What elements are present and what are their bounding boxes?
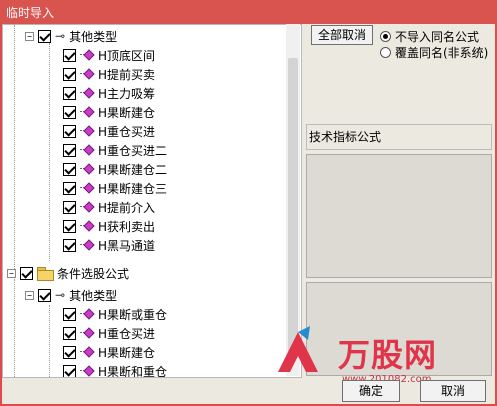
tree-item[interactable]: H果断和重仓 — [63, 362, 168, 378]
formula-icon — [80, 87, 95, 99]
formula-icon — [80, 201, 95, 213]
radio-label: 覆盖同名(非系统) — [395, 46, 489, 60]
formula-icon — [80, 125, 95, 137]
tree-item[interactable]: H重仓买进二 — [63, 141, 167, 159]
tree-item[interactable]: H重仓买进 — [63, 122, 155, 140]
item-checkbox[interactable] — [63, 219, 76, 233]
tree-item[interactable]: H果断建仓二 — [63, 160, 167, 178]
collapse-toggle-icon[interactable]: − — [25, 31, 34, 41]
formula-icon — [80, 68, 95, 80]
collapse-toggle-icon[interactable]: − — [25, 290, 34, 300]
formula-icon — [80, 346, 95, 358]
tree-line — [14, 25, 15, 273]
ok-button[interactable]: 确定 — [342, 380, 400, 402]
scrollbar-thumb[interactable] — [288, 58, 298, 358]
group-checkbox[interactable] — [38, 288, 51, 302]
formula-icon — [80, 182, 95, 194]
title-bar: 临时导入 — [0, 0, 497, 24]
formula-icon — [80, 220, 95, 232]
group-label: 其他类型 — [69, 288, 118, 303]
tree-item[interactable]: H黑马通道 — [63, 236, 155, 254]
item-label: H重仓买进 — [98, 326, 156, 341]
item-checkbox[interactable] — [63, 67, 76, 81]
watermark-arrow-icon — [278, 326, 318, 372]
formula-icon — [80, 49, 95, 61]
item-label: H重仓买进 — [98, 124, 156, 139]
key-icon: ⊸ — [55, 288, 66, 302]
formula-icon — [80, 144, 95, 156]
formula-icon — [80, 239, 95, 251]
tree-line — [49, 43, 50, 261]
item-checkbox[interactable] — [63, 48, 76, 62]
formula-icon — [80, 106, 95, 118]
item-label: H果断建仓 — [98, 105, 156, 120]
window-title: 临时导入 — [6, 6, 55, 20]
item-label: H重仓买进二 — [98, 143, 168, 158]
radio-unselected-icon[interactable] — [380, 47, 391, 58]
item-label: H果断建仓二 — [98, 162, 168, 177]
item-label: H果断或重仓 — [98, 307, 168, 322]
tree-item[interactable]: H获利卖出 — [63, 217, 155, 235]
watermark-text: 万股网 — [338, 336, 438, 374]
formula-icon — [80, 308, 95, 320]
tree-item[interactable]: H主力吸筹 — [63, 84, 155, 102]
formula-type-text: 技术指标公式 — [309, 130, 382, 144]
key-icon: ⊸ — [55, 29, 66, 43]
cancel-button[interactable]: 取消 — [420, 380, 486, 402]
tree-line — [49, 305, 50, 377]
folder-label: 条件选股公式 — [57, 266, 130, 281]
group-checkbox[interactable] — [38, 29, 51, 43]
folder-checkbox[interactable] — [20, 266, 33, 280]
item-label: H主力吸筹 — [98, 86, 156, 101]
tree-item[interactable]: H提前买卖 — [63, 65, 155, 83]
tree-group-row[interactable]: − ⊸ 其他类型 — [25, 286, 117, 304]
tree-item[interactable]: H重仓买进 — [63, 324, 155, 342]
tree-item[interactable]: H果断或重仓 — [63, 305, 167, 323]
tree-item[interactable]: H果断建仓 — [63, 103, 155, 121]
item-checkbox[interactable] — [63, 326, 76, 340]
tree-item[interactable]: H果断建仓三 — [63, 179, 167, 197]
tree-item[interactable]: H果断建仓 — [63, 343, 155, 361]
item-checkbox[interactable] — [63, 181, 76, 195]
watermark: 万股网 www.201082.com — [268, 322, 490, 385]
item-checkbox[interactable] — [63, 200, 76, 214]
folder-icon — [37, 267, 54, 281]
item-label: H提前买卖 — [98, 67, 156, 82]
item-checkbox[interactable] — [63, 105, 76, 119]
cancel-all-button[interactable]: 全部取消 — [311, 25, 373, 45]
tree-item[interactable]: H顶底区间 — [63, 46, 155, 64]
item-checkbox[interactable] — [63, 238, 76, 252]
item-checkbox[interactable] — [63, 162, 76, 176]
formula-description-panel — [306, 154, 492, 278]
item-checkbox[interactable] — [63, 124, 76, 138]
tree-line — [14, 279, 15, 377]
item-checkbox[interactable] — [63, 364, 76, 377]
group-label: 其他类型 — [69, 29, 118, 44]
radio-selected-icon[interactable] — [380, 31, 391, 42]
item-checkbox[interactable] — [63, 86, 76, 100]
item-checkbox[interactable] — [63, 345, 76, 359]
item-label: H获利卖出 — [98, 219, 156, 234]
item-label: H果断和重仓 — [98, 364, 168, 378]
tree-group-row[interactable]: − ⊸ 其他类型 — [25, 27, 117, 45]
tree-folder-row[interactable]: − 条件选股公式 — [7, 264, 129, 282]
formula-tree[interactable]: − ⊸ 其他类型 H顶底区间 H提前买卖 H主力吸筹 H果断建仓 H重仓买进 H… — [2, 24, 302, 378]
formula-icon — [80, 163, 95, 175]
radio-overwrite[interactable]: 覆盖同名(非系统) — [380, 44, 488, 61]
radio-label: 不导入同名公式 — [395, 30, 480, 44]
item-label: H果断建仓 — [98, 345, 156, 360]
item-checkbox[interactable] — [63, 143, 76, 157]
radio-no-import[interactable]: 不导入同名公式 — [380, 28, 479, 45]
item-label: H顶底区间 — [98, 48, 156, 63]
tree-item[interactable]: H提前介入 — [63, 198, 155, 216]
formula-type-label: 技术指标公式 — [306, 124, 492, 150]
item-label: H黑马通道 — [98, 238, 156, 253]
collapse-toggle-icon[interactable]: − — [7, 268, 16, 278]
item-label: H提前介入 — [98, 200, 156, 215]
formula-icon — [80, 365, 95, 377]
item-label: H果断建仓三 — [98, 181, 168, 196]
formula-icon — [80, 327, 95, 339]
item-checkbox[interactable] — [63, 307, 76, 321]
